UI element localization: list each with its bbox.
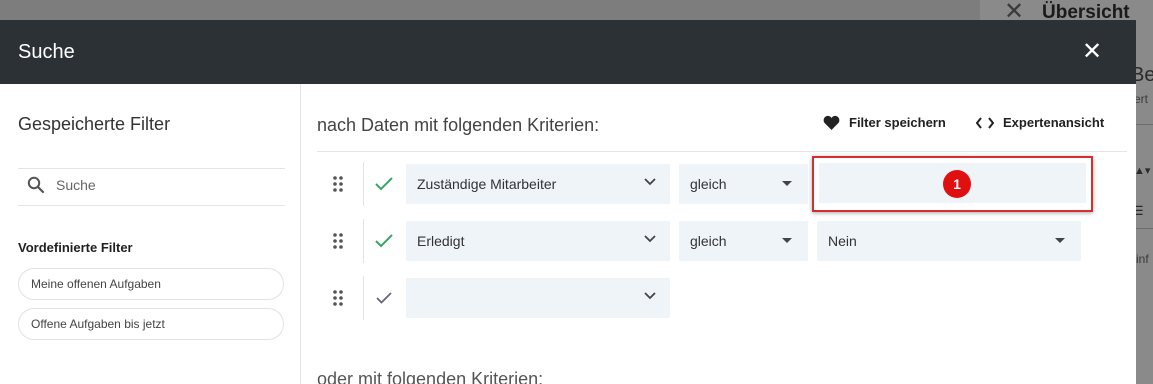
predefined-filter-item[interactable]: Offene Aufgaben bis jetzt (18, 308, 284, 340)
field-select[interactable]: Erledigt (406, 221, 670, 261)
row-separator (363, 162, 364, 206)
code-icon (976, 116, 994, 129)
row-separator (363, 276, 364, 320)
heart-icon (823, 115, 840, 130)
dialog-title: Suche (18, 40, 75, 63)
saved-filters-sidebar: Gespeicherte Filter Vordefinierte Filter… (0, 84, 301, 384)
search-icon (27, 176, 45, 194)
drag-handle-icon[interactable] (331, 175, 345, 193)
criteria-row: Zuständige Mitarbeiter gleich 1 (302, 156, 1136, 212)
dropdown-arrow-icon (782, 181, 792, 186)
field-select[interactable] (406, 278, 670, 318)
background-text-fragment: inf (1136, 252, 1149, 266)
dropdown-arrow-icon (782, 238, 792, 243)
step-badge: 1 (943, 170, 971, 198)
divider (18, 168, 285, 169)
chevron-down-icon (644, 235, 656, 243)
or-criteria-title: oder mit folgenden Kriterien: (317, 369, 544, 384)
operator-select[interactable]: gleich (679, 221, 808, 261)
criteria-row: Erledigt gleich Nein (302, 219, 1136, 263)
value-input[interactable]: 1 (819, 163, 1086, 203)
predefined-filter-item[interactable]: Meine offenen Aufgaben (18, 268, 284, 300)
divider (18, 205, 285, 206)
expert-view-label: Expertenansicht (1003, 115, 1105, 130)
save-filter-button[interactable]: Filter speichern (823, 115, 946, 130)
close-icon[interactable]: ✕ (1078, 38, 1106, 66)
background-divider (1136, 228, 1153, 229)
criteria-row (302, 276, 1136, 320)
field-select-value: Zuständige Mitarbeiter (417, 176, 557, 192)
check-icon[interactable] (374, 232, 394, 250)
background-text-fragment: ert (1134, 92, 1149, 106)
chevron-down-icon (644, 178, 656, 186)
search-dialog: Suche ✕ Gespeicherte Filter Vordefiniert… (0, 20, 1136, 384)
check-icon[interactable] (374, 289, 394, 307)
value-select[interactable]: Nein (817, 221, 1081, 261)
background-caret-icon: ▲▾ (1134, 165, 1151, 177)
highlighted-value-input: 1 (812, 156, 1093, 212)
drag-handle-icon[interactable] (331, 232, 345, 250)
field-select-value: Erledigt (417, 233, 465, 249)
value-select-value: Nein (828, 233, 857, 249)
criteria-title: nach Daten mit folgenden Kriterien: (317, 115, 600, 135)
dialog-header: Suche (0, 20, 1136, 84)
expert-view-button[interactable]: Expertenansicht (976, 115, 1104, 130)
check-icon[interactable] (374, 175, 394, 193)
drag-handle-icon[interactable] (331, 289, 345, 307)
operator-select-value: gleich (690, 233, 727, 249)
field-select[interactable]: Zuständige Mitarbeiter (406, 164, 670, 204)
filter-search-input[interactable] (56, 174, 276, 196)
saved-filters-title: Gespeicherte Filter (18, 114, 171, 134)
row-separator (363, 219, 364, 263)
operator-select[interactable]: gleich (679, 164, 808, 204)
background-divider (1136, 124, 1153, 125)
criteria-panel: nach Daten mit folgenden Kriterien: Filt… (302, 84, 1136, 384)
predefined-filters-title: Vordefinierte Filter (18, 240, 133, 255)
chevron-down-icon (644, 292, 656, 300)
dropdown-arrow-icon (1055, 238, 1065, 243)
save-filter-label: Filter speichern (849, 115, 946, 130)
divider (317, 151, 1127, 152)
operator-select-value: gleich (690, 176, 727, 192)
